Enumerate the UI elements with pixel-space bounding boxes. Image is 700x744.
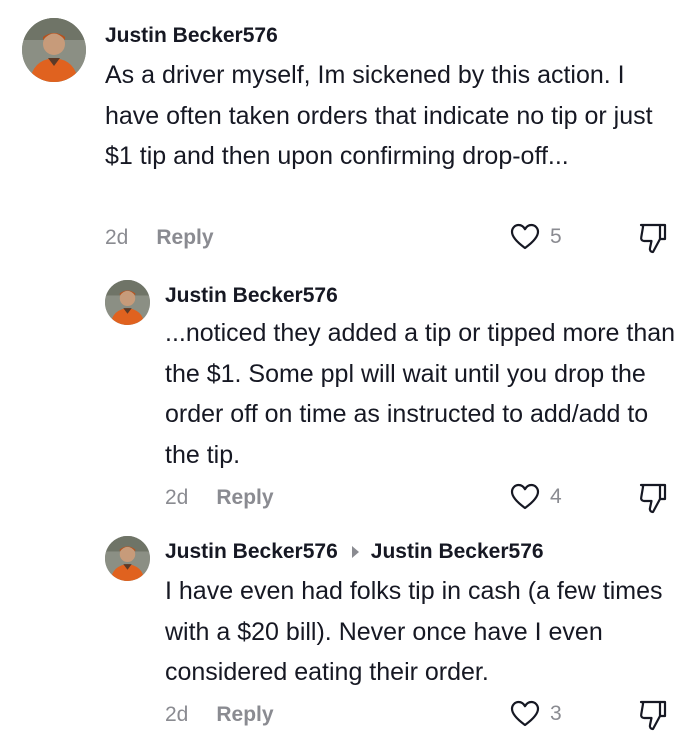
- heart-outline-icon: [510, 223, 540, 250]
- comment-username: Justin Becker576 Justin Becker576: [165, 540, 544, 564]
- avatar[interactable]: [22, 18, 86, 82]
- reply-button[interactable]: Reply: [216, 486, 273, 510]
- reply-button[interactable]: Reply: [156, 226, 213, 250]
- comment-username[interactable]: Justin Becker576: [165, 284, 338, 308]
- comment-text: As a driver myself, Im sickened by this …: [105, 61, 653, 170]
- reply-to-name[interactable]: Justin Becker576: [371, 540, 544, 564]
- heart-outline-icon: [510, 700, 540, 727]
- like-button[interactable]: 4: [510, 483, 562, 510]
- dislike-button[interactable]: [638, 699, 668, 731]
- dislike-button[interactable]: [638, 482, 668, 514]
- dislike-button[interactable]: [638, 222, 668, 254]
- comment-text: ...noticed they added a tip or tipped mo…: [165, 319, 676, 469]
- comment-date: 2d: [165, 486, 189, 509]
- like-count: 3: [550, 701, 562, 725]
- reply-button[interactable]: Reply: [216, 703, 273, 727]
- comment-meta: 2d Reply: [165, 486, 274, 510]
- avatar[interactable]: [105, 280, 150, 325]
- thumbs-down-outline-icon: [639, 700, 667, 731]
- comment-date: 2d: [105, 226, 129, 249]
- heart-outline-icon: [510, 483, 540, 510]
- like-button[interactable]: 3: [510, 700, 562, 727]
- like-count: 5: [550, 224, 562, 248]
- comment-meta: 2d Reply: [165, 703, 274, 727]
- like-count: 4: [550, 484, 562, 508]
- like-button[interactable]: 5: [510, 223, 562, 250]
- thumbs-down-outline-icon: [639, 223, 667, 254]
- comment-username[interactable]: Justin Becker576: [105, 24, 278, 48]
- comment-date: 2d: [165, 703, 189, 726]
- comment-text: I have even had folks tip in cash (a few…: [165, 577, 663, 686]
- avatar[interactable]: [105, 536, 150, 581]
- author-name[interactable]: Justin Becker576: [165, 540, 338, 564]
- comment-meta: 2d Reply: [105, 226, 214, 250]
- thumbs-down-outline-icon: [639, 483, 667, 514]
- triangle-right-icon: [351, 546, 359, 558]
